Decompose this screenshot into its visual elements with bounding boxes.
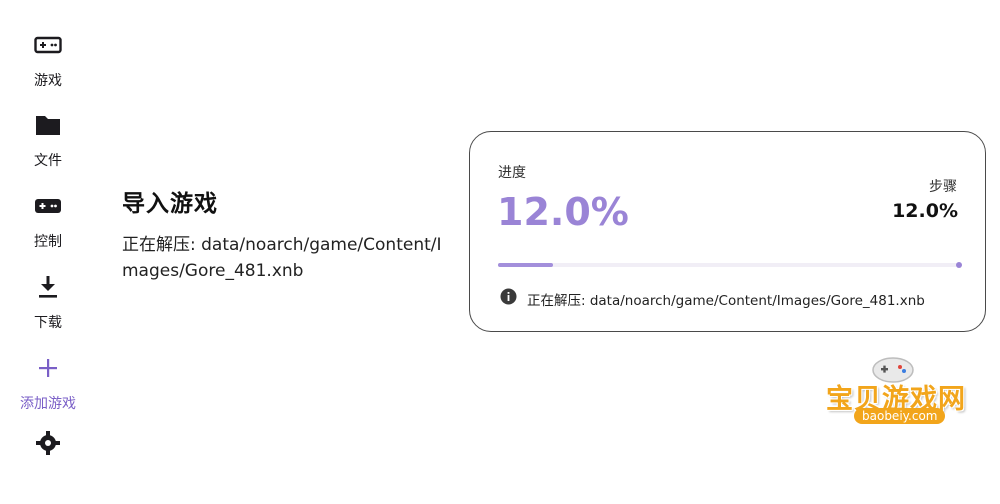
gamepad-icon — [33, 30, 63, 60]
page-title: 导入游戏 — [122, 191, 218, 217]
watermark-url: baobeiy.com — [854, 408, 946, 424]
progress-bar-fill — [498, 263, 554, 267]
folder-icon — [33, 110, 63, 140]
download-icon — [33, 272, 63, 302]
step-value: 12.0% — [892, 200, 958, 222]
progress-card: 进度 12.0% 步骤 12.0% 正在解压: data/noarch/game… — [469, 131, 986, 332]
sidebar-item-label: 控制 — [34, 234, 62, 250]
sidebar-item-label: 文件 — [34, 153, 62, 169]
plus-icon — [33, 353, 63, 383]
watermark: 宝贝游戏网 baobeiy.com — [826, 350, 994, 444]
sidebar: 游戏 文件 控制 下载 添加游戏 — [0, 0, 96, 455]
sidebar-item-label: 添加游戏 — [20, 396, 76, 412]
sidebar-item-games[interactable]: 游戏 — [0, 30, 96, 106]
extract-status-text: 正在解压: data/noarch/game/Content/Images/Go… — [122, 235, 442, 281]
info-text: 正在解压: data/noarch/game/Content/Images/Go… — [527, 292, 925, 309]
sidebar-item-label: 下载 — [34, 315, 62, 331]
progress-label: 进度 — [498, 165, 526, 181]
controller-icon — [33, 191, 63, 221]
step-label: 步骤 — [929, 179, 957, 195]
progress-bar-end-dot — [956, 262, 962, 268]
progress-value: 12.0% — [497, 190, 629, 234]
info-icon — [500, 288, 517, 309]
sidebar-item-downloads[interactable]: 下载 — [0, 272, 96, 348]
sidebar-item-settings[interactable] — [0, 428, 96, 504]
info-row: 正在解压: data/noarch/game/Content/Images/Go… — [500, 288, 925, 309]
sidebar-item-controls[interactable]: 控制 — [0, 191, 96, 267]
sidebar-item-add-game[interactable]: 添加游戏 — [0, 353, 96, 429]
progress-bar — [498, 263, 960, 267]
sidebar-item-files[interactable]: 文件 — [0, 110, 96, 186]
settings-icon — [33, 428, 63, 458]
sidebar-item-label: 游戏 — [34, 73, 62, 89]
